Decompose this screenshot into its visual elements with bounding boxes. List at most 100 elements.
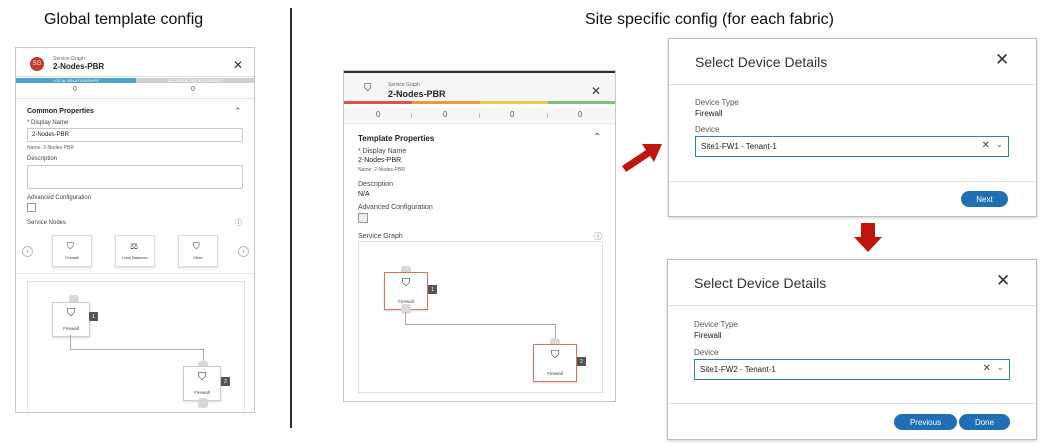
select-device-dialog-2: Select Device Details ✕ Device Type Fire… (667, 259, 1037, 440)
display-name-value: 2-Nodes-PBR (358, 157, 402, 164)
count-value: 0 (376, 110, 381, 119)
close-icon[interactable]: ✕ (995, 51, 1009, 68)
connector-stub (401, 304, 411, 314)
site-config-heading: Site specific config (for each fabric) (585, 11, 834, 28)
advanced-config-checkbox[interactable] (27, 203, 36, 212)
description-input[interactable] (27, 165, 243, 189)
site-template-panel: ⛉ Service Graph 2-Nodes-PBR ✕ 0 0 0 0 Te… (343, 70, 616, 402)
graph-node-firewall-2[interactable]: ⛉ Firewall (183, 366, 221, 401)
scroll-right-button[interactable]: › (238, 246, 249, 257)
common-properties-title: Common Properties (27, 108, 94, 115)
panel-subtitle: Service Graph (388, 82, 420, 88)
device-select[interactable]: Site1-FW1 - Tenant-1 ✕ ⌄ (695, 136, 1009, 157)
display-name-label: * Display Name (358, 148, 407, 155)
dialog-title: Select Device Details (695, 54, 828, 70)
shield-icon: ⛉ (197, 371, 207, 383)
node-number-badge: 2 (577, 357, 586, 366)
divider (16, 98, 254, 99)
display-name-input[interactable]: 2-Nodes-PBR (27, 128, 243, 142)
graph-node-firewall-2[interactable]: ⛉ Firewall (533, 344, 577, 382)
description-value: N/A (358, 191, 370, 198)
name-line: Name: 2-Nodes-PBR (358, 167, 405, 173)
node-label: Firewall (547, 371, 563, 376)
service-graph-logo: SG (30, 57, 44, 71)
service-node-other[interactable]: ⛉ Other (178, 235, 218, 267)
status-color-segment (548, 101, 615, 104)
dialog-divider (669, 181, 1036, 182)
advanced-config-checkbox[interactable] (358, 213, 368, 223)
advanced-config-label: Advanced Configuration (358, 204, 433, 211)
count-value: 0 (578, 110, 583, 119)
clear-icon[interactable]: ✕ (983, 363, 991, 374)
shield-icon: ⛉ (550, 349, 560, 361)
node-number-badge: 1 (89, 312, 98, 321)
tab-local-relationships[interactable]: LOCAL RELATIONSHIPS (16, 78, 136, 83)
display-name-label: * Display Name (27, 120, 69, 126)
chevron-up-icon[interactable]: ⌃ (234, 106, 242, 117)
service-graph-canvas: ⛉ Firewall 1 ⛉ Firewall 2 (358, 241, 603, 393)
connector-line (405, 324, 555, 325)
service-node-firewall[interactable]: ⛉ Firewall (52, 235, 92, 267)
status-color-segment (480, 101, 548, 104)
close-icon[interactable]: ✕ (996, 272, 1010, 289)
global-template-panel: SG Service Graph 2-Nodes-PBR ✕ LOCAL REL… (15, 47, 255, 413)
chevron-down-icon[interactable]: ⌄ (996, 362, 1004, 373)
template-properties-title: Template Properties (358, 134, 435, 143)
previous-button[interactable]: Previous (894, 414, 957, 430)
info-icon[interactable]: ⓘ (235, 218, 242, 228)
connector-stub (198, 398, 208, 408)
chevron-up-icon[interactable]: ⌃ (593, 132, 601, 143)
external-count: 0 (191, 86, 195, 93)
status-color-segment (344, 101, 412, 104)
arrow-down-icon (854, 223, 882, 252)
service-node-label: Load Balancer (122, 255, 148, 260)
done-button[interactable]: Done (959, 414, 1010, 430)
device-type-value: Firewall (694, 331, 722, 340)
status-color-segment (412, 101, 480, 104)
description-label: Description (358, 181, 394, 188)
panel-header: SG Service Graph 2-Nodes-PBR ✕ (16, 48, 254, 77)
scroll-left-button[interactable]: ‹ (22, 246, 33, 257)
global-config-heading: Global template config (44, 11, 204, 28)
node-number-badge: 1 (428, 285, 437, 294)
clear-icon[interactable]: ✕ (982, 140, 990, 151)
service-node-load-balancer[interactable]: ⚖ Load Balancer (115, 235, 155, 267)
relationship-counts: 0 0 0 0 (344, 108, 615, 120)
panel-header: ⛉ Service Graph 2-Nodes-PBR ✕ (344, 73, 615, 101)
device-select[interactable]: Site1-FW2 - Tenant-1 ✕ ⌄ (694, 359, 1010, 380)
service-graph-canvas: ⛉ Firewall 1 ⛉ Firewall 2 (27, 281, 245, 412)
tab-external-relationships[interactable]: EXTERNAL RELATIONSHIPS (136, 78, 254, 83)
advanced-config-label: Advanced Configuration (27, 195, 92, 201)
name-line: Name: 2-Nodes-PBR (27, 145, 74, 151)
dialog-divider (668, 305, 1036, 306)
dialog-divider (668, 403, 1036, 404)
shield-icon: ⛉ (67, 241, 74, 251)
close-icon[interactable]: ✕ (233, 59, 243, 71)
service-nodes-label: Service Nodes (27, 220, 67, 226)
device-type-label: Device Type (695, 98, 739, 107)
panel-title: 2-Nodes-PBR (53, 62, 105, 71)
service-node-label: Firewall (65, 255, 79, 260)
relationship-tabs: LOCAL RELATIONSHIPS EXTERNAL RELATIONSHI… (16, 78, 254, 83)
shield-icon: ⛉ (401, 277, 411, 289)
divider (16, 273, 254, 274)
count-value: 0 (510, 110, 515, 119)
device-select-value: Site1-FW2 - Tenant-1 (700, 365, 776, 374)
connector-line (70, 335, 71, 349)
service-graph-icon: ⛉ (364, 83, 372, 94)
service-graph-label: Service Graph (358, 233, 403, 240)
next-button[interactable]: Next (961, 191, 1008, 207)
chevron-down-icon[interactable]: ⌄ (995, 139, 1003, 150)
description-label: Description (27, 156, 58, 162)
count-separator (479, 113, 480, 118)
device-type-value: Firewall (695, 109, 723, 118)
device-label: Device (694, 348, 719, 357)
count-value: 0 (443, 110, 448, 119)
close-icon[interactable]: ✕ (591, 85, 601, 97)
connector-line (405, 312, 406, 324)
graph-node-firewall-1[interactable]: ⛉ Firewall (52, 302, 90, 337)
node-label: Firewall (194, 390, 210, 395)
dialog-title: Select Device Details (694, 275, 827, 291)
connector-line (70, 349, 203, 350)
device-type-label: Device Type (694, 320, 738, 329)
